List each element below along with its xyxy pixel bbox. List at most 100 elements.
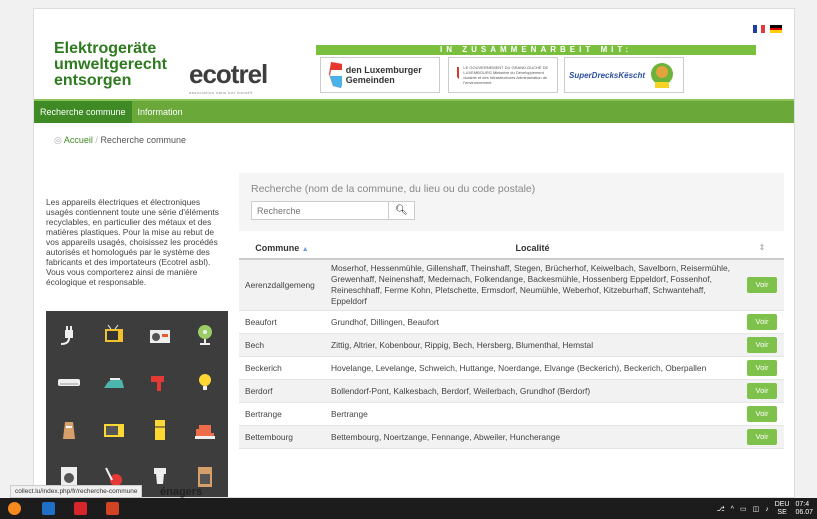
voir-button[interactable]: Voir (747, 429, 777, 445)
commune-cell: Beaufort (239, 310, 325, 334)
column-header-localite[interactable]: Localité (325, 237, 740, 260)
hairdryer-icon (150, 376, 164, 392)
table-row: Beckerich Hovelange, Levelange, Schweich,… (239, 356, 784, 380)
table-row: Beaufort Grundhof, Dillingen, Beaufort Voi… (239, 310, 784, 334)
taskbar: ⎇ ^ ▭ ◫ ♪ DEU SE 07:4 06.07 (0, 498, 817, 519)
voir-button[interactable]: Voir (747, 277, 777, 293)
localite-cell: Zittig, Altrier, Kobenbour, Rippig, Bech… (325, 333, 740, 357)
action-cell: Voir (740, 379, 784, 403)
search-label: Recherche (nom de la commune, du lieu ou… (251, 183, 536, 195)
localite-cell: Hovelange, Levelange, Schweich, Huttange… (325, 356, 740, 380)
status-bar-url: collect.lu/index.php/fr/recherche-commun… (10, 485, 143, 498)
firefox-icon[interactable] (8, 502, 21, 515)
oven-icon (198, 467, 213, 488)
heater-icon (62, 421, 75, 439)
action-cell: Voir (740, 402, 784, 426)
commune-cell: Bettembourg (239, 425, 325, 449)
breadcrumb-home-link[interactable]: Accueil (64, 135, 93, 145)
partner-sdk[interactable]: SuperDrecksKëscht (564, 57, 684, 93)
powerpoint-icon[interactable] (106, 502, 119, 515)
localite-cell: Grundhof, Dillingen, Beaufort (325, 310, 740, 334)
partner-sdk-label: SuperDrecksKëscht (569, 70, 646, 80)
german-flag-icon[interactable] (770, 25, 782, 34)
outlook-icon[interactable] (42, 502, 55, 515)
commune-cell: Aerenzdallgemeng (239, 259, 325, 311)
battery-icon[interactable]: ▭ (740, 505, 747, 513)
sewing-machine-icon (195, 424, 216, 439)
acrobat-icon[interactable] (74, 502, 87, 515)
ecotrel-tagline: association sans but lucratif (189, 90, 253, 95)
main-nav: Recherche commune Information (34, 99, 794, 123)
action-cell: Voir (740, 356, 784, 380)
localite-cell: Bertrange (325, 402, 740, 426)
search-input[interactable] (251, 201, 389, 220)
column-header-commune-label: Commune (255, 242, 300, 253)
chevron-up-icon[interactable]: ^ (731, 506, 734, 513)
radio-icon (149, 329, 170, 343)
brand-line-3: entsorgen (54, 72, 132, 89)
sort-icon[interactable]: ⇕ (740, 237, 784, 260)
microwave-icon (104, 423, 125, 437)
localite-cell: Bollendorf-Pont, Kalkesbach, Berdorf, We… (325, 379, 740, 403)
localite-cell: Bettembourg, Noertzange, Fennange, Abwei… (325, 425, 740, 449)
column-header-localite-label: Localité (515, 242, 550, 253)
search-icon: 🔍︎ (395, 205, 408, 216)
table-row: Berdorf Bollendorf-Pont, Kalkesbach, Berd… (239, 379, 784, 403)
localite-cell: Moserhof, Hessenmühle, Gillenshaff, Thei… (325, 259, 740, 311)
ecotrel-logo[interactable]: ecotrel association sans but lucratif (189, 59, 319, 99)
voir-button[interactable]: Voir (747, 360, 777, 376)
action-cell: Voir (740, 259, 784, 311)
french-flag-icon[interactable] (753, 25, 765, 33)
partner-municipalities-label: den Luxemburger Gemeinden (345, 65, 422, 85)
voir-button[interactable]: Voir (747, 337, 777, 353)
tab-information[interactable]: Information (132, 101, 189, 123)
user-icon[interactable]: ⎇ (717, 505, 725, 513)
coffee-machine-icon (153, 468, 166, 485)
fridge-icon (154, 419, 165, 440)
tab-recherche-commune[interactable]: Recherche commune (34, 101, 132, 123)
brand-line-2: umweltgerecht (54, 56, 167, 73)
browser-page: Elektrogeräte umweltgerecht entsorgen ec… (33, 8, 795, 498)
language-switcher (753, 25, 782, 34)
table-row: Bettembourg Bettembourg, Noertzange, Fenn… (239, 425, 784, 449)
language-indicator[interactable]: DEU SE (775, 501, 790, 517)
search-panel: Recherche (nom de la commune, du lieu ou… (239, 173, 784, 231)
voir-button[interactable]: Voir (747, 314, 777, 330)
commune-cell: Bertrange (239, 402, 325, 426)
breadcrumb-separator: / (95, 135, 98, 145)
communes-table: Commune ▲ Localité ⇕ Aerenzdallgemeng Mos… (239, 237, 784, 449)
commune-cell: Beckerich (239, 356, 325, 380)
breadcrumb: ◎ Accueil / Recherche commune (54, 135, 186, 146)
table-row: Bech Zittig, Altrier, Kobenbour, Rippig, … (239, 333, 784, 357)
action-cell: Voir (740, 310, 784, 334)
brand-title[interactable]: Elektrogeräte umweltgerecht entsorgen (54, 41, 167, 89)
network-icon[interactable]: ◫ (753, 505, 760, 513)
partner-municipalities[interactable]: den Luxemburger Gemeinden (320, 57, 440, 93)
commune-cell: Bech (239, 333, 325, 357)
luxembourg-map-icon (329, 62, 342, 88)
clock[interactable]: 07:4 06.07 (795, 501, 813, 517)
system-tray: ⎇ ^ ▭ ◫ ♪ DEU SE 07:4 06.07 (717, 501, 813, 517)
column-header-commune[interactable]: Commune ▲ (239, 237, 325, 260)
iron-icon (104, 378, 125, 389)
site-header: Elektrogeräte umweltgerecht entsorgen ec… (34, 9, 794, 99)
action-cell: Voir (740, 425, 784, 449)
partner-government[interactable]: LE GOUVERNEMENT DU GRAND-DUCHÉ DE LUXEMB… (448, 57, 558, 93)
air-conditioner-icon (57, 379, 80, 387)
lion-crest-icon (457, 67, 460, 80)
search-button[interactable]: 🔍︎ (389, 201, 415, 220)
tv-icon (105, 324, 124, 342)
collaboration-banner: IN ZUSAMMENARBEIT MIT: (316, 45, 756, 55)
voir-button[interactable]: Voir (747, 383, 777, 399)
lightbulb-icon (199, 374, 212, 391)
partner-government-label: LE GOUVERNEMENT DU GRAND-DUCHÉ DE LUXEMB… (463, 65, 549, 85)
volume-icon[interactable]: ♪ (765, 506, 769, 513)
sdk-mascot-icon (651, 63, 674, 88)
table-row: Bertrange Bertrange Voir (239, 402, 784, 426)
voir-button[interactable]: Voir (747, 406, 777, 422)
breadcrumb-current: Recherche commune (100, 135, 186, 145)
fan-icon (198, 324, 213, 345)
appliance-icons-grid (46, 311, 228, 497)
partial-heading: énagers (160, 486, 203, 498)
sort-asc-icon: ▲ (301, 245, 309, 253)
